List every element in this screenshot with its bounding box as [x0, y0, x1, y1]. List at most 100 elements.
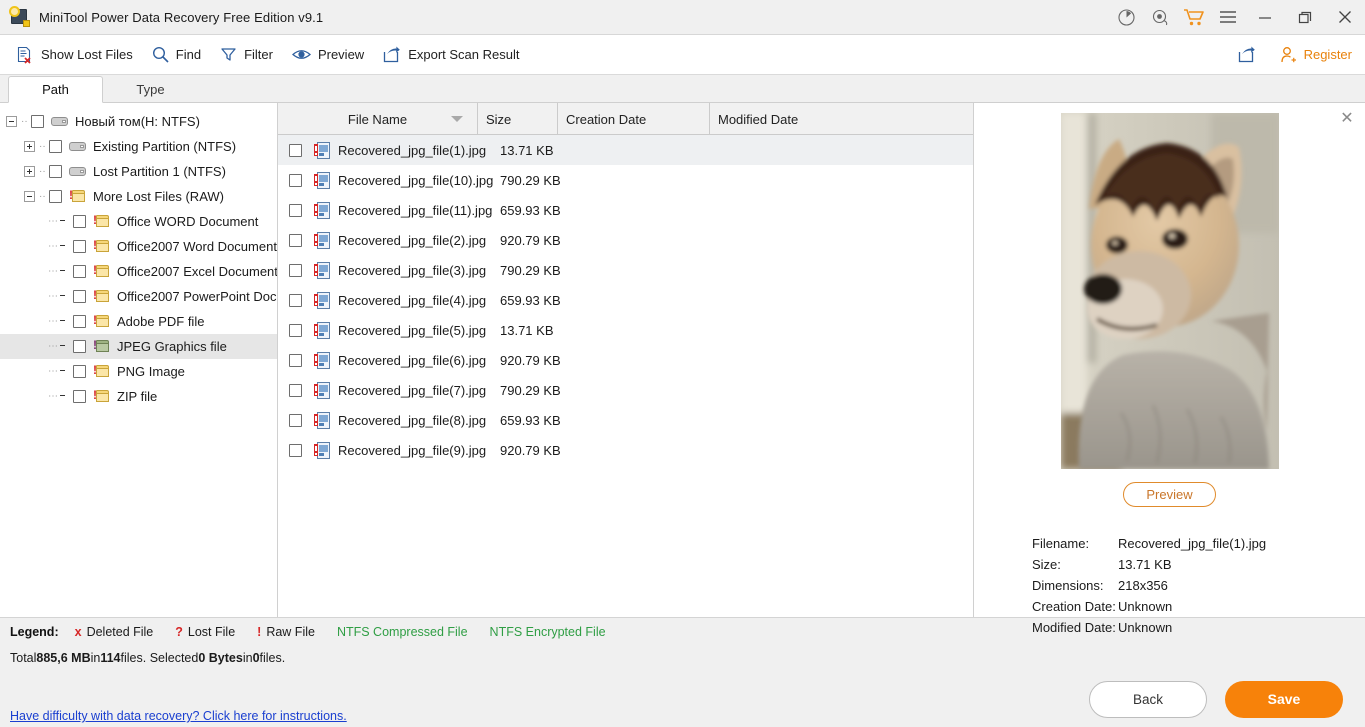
file-row-checkbox[interactable]	[289, 203, 302, 217]
file-size-cell: 659.93 KB	[500, 202, 561, 218]
tree-connector: ⋯	[48, 241, 58, 252]
export-scan-result-button[interactable]: Export Scan Result	[377, 40, 532, 70]
column-header-modified-date[interactable]: Modified Date	[710, 103, 973, 135]
tree-item-checkbox[interactable]	[73, 315, 86, 328]
file-row-checkbox[interactable]	[289, 143, 302, 157]
view-tabs: Path Type	[0, 75, 1365, 103]
tree-item[interactable]: ··! More Lost Files (RAW)	[0, 184, 277, 209]
tree-item-checkbox[interactable]	[73, 365, 86, 378]
file-row-checkbox[interactable]	[289, 323, 302, 337]
tree-item-checkbox[interactable]	[49, 190, 62, 203]
help-instructions-link[interactable]: Have difficulty with data recovery? Clic…	[10, 709, 347, 723]
shiba-inu-dog-photo	[1060, 113, 1279, 469]
main-body: ·· Новый том(H: NTFS) ·· Existing Partition…	[0, 103, 1365, 635]
legend-item-deleted-file: x Deleted File	[75, 625, 154, 639]
tree-item-label: Office WORD Document	[117, 214, 259, 229]
expand-node-icon[interactable]	[24, 166, 35, 177]
collapse-node-icon[interactable]	[6, 116, 17, 127]
jpeg-file-icon	[314, 141, 330, 159]
file-preview-pane: ✕ Preview Filename: Recovered_jpg_file(1…	[974, 103, 1365, 635]
preview-button[interactable]: Preview	[286, 40, 377, 70]
tree-item[interactable]: ·· Lost Partition 1 (NTFS)	[0, 159, 277, 184]
table-row[interactable]: Recovered_jpg_file(1).jpg 13.71 KB	[278, 135, 973, 165]
close-button[interactable]	[1325, 0, 1365, 35]
jpeg-folder-icon: !	[93, 339, 110, 354]
table-row[interactable]: Recovered_jpg_file(11).jpg 659.93 KB	[278, 195, 973, 225]
table-row[interactable]: Recovered_jpg_file(3).jpg 790.29 KB	[278, 255, 973, 285]
collapse-node-icon[interactable]	[24, 191, 35, 202]
tree-spacer	[58, 316, 69, 327]
file-row-checkbox[interactable]	[289, 383, 302, 397]
tree-connector: ··	[39, 141, 46, 152]
file-row-checkbox[interactable]	[289, 233, 302, 247]
tree-item[interactable]: ⋯! ZIP file	[0, 384, 277, 409]
share-button[interactable]	[1232, 40, 1274, 70]
tree-item-checkbox[interactable]	[73, 340, 86, 353]
legend-item-lost-file: ? Lost File	[175, 625, 235, 639]
preview-action-button[interactable]: Preview	[1123, 482, 1216, 507]
tab-path[interactable]: Path	[8, 76, 103, 103]
tree-spacer	[58, 266, 69, 277]
support-headset-icon[interactable]	[1143, 0, 1177, 35]
tree-item[interactable]: ·· Existing Partition (NTFS)	[0, 134, 277, 159]
tree-item[interactable]: ⋯! Adobe PDF file	[0, 309, 277, 334]
tree-item[interactable]: ⋯! Office2007 PowerPoint Docu...	[0, 284, 277, 309]
tree-item-checkbox[interactable]	[73, 290, 86, 303]
file-row-checkbox[interactable]	[289, 173, 302, 187]
expand-node-icon[interactable]	[24, 141, 35, 152]
show-lost-files-button[interactable]: Show Lost Files	[10, 40, 146, 70]
tree-item-checkbox[interactable]	[49, 140, 62, 153]
shopping-cart-icon[interactable]	[1177, 0, 1211, 35]
table-row[interactable]: Recovered_jpg_file(7).jpg 790.29 KB	[278, 375, 973, 405]
tree-item[interactable]: ⋯! JPEG Graphics file	[0, 334, 277, 359]
table-row[interactable]: Recovered_jpg_file(5).jpg 13.71 KB	[278, 315, 973, 345]
preview-meta-row: Dimensions: 218x356	[1032, 575, 1365, 596]
file-row-checkbox[interactable]	[289, 413, 302, 427]
legend-label: Lost File	[187, 624, 236, 639]
tree-item[interactable]: ⋯! Office2007 Excel Document	[0, 259, 277, 284]
table-row[interactable]: Recovered_jpg_file(4).jpg 659.93 KB	[278, 285, 973, 315]
back-button-label: Back	[1132, 691, 1163, 707]
main-toolbar: Show Lost Files Find Filter Preview Expo…	[0, 35, 1365, 75]
menu-hamburger-icon[interactable]	[1211, 0, 1245, 35]
table-row[interactable]: Recovered_jpg_file(8).jpg 659.93 KB	[278, 405, 973, 435]
preview-image-container	[974, 113, 1365, 469]
tree-item[interactable]: ⋯! Office2007 Word Document	[0, 234, 277, 259]
save-button[interactable]: Save	[1225, 680, 1343, 718]
minimize-button[interactable]	[1245, 0, 1285, 35]
tree-item-checkbox[interactable]	[73, 240, 86, 253]
table-row[interactable]: Recovered_jpg_file(6).jpg 920.79 KB	[278, 345, 973, 375]
filter-button[interactable]: Filter	[214, 40, 286, 70]
tree-connector: ⋯	[48, 216, 58, 227]
tab-type[interactable]: Type	[103, 75, 198, 102]
tree-item-checkbox[interactable]	[73, 390, 86, 403]
column-header-size[interactable]: Size	[478, 103, 558, 135]
file-row-checkbox[interactable]	[289, 443, 302, 457]
column-header-creation-date[interactable]: Creation Date	[558, 103, 710, 135]
table-row[interactable]: Recovered_jpg_file(2).jpg 920.79 KB	[278, 225, 973, 255]
tree-item[interactable]: ⋯! PNG Image	[0, 359, 277, 384]
table-row[interactable]: Recovered_jpg_file(10).jpg 790.29 KB	[278, 165, 973, 195]
register-button[interactable]: Register	[1274, 40, 1365, 70]
maximize-button[interactable]	[1285, 0, 1325, 35]
table-row[interactable]: Recovered_jpg_file(9).jpg 920.79 KB	[278, 435, 973, 465]
tree-item-checkbox[interactable]	[73, 265, 86, 278]
tree-item[interactable]: ⋯! Office WORD Document	[0, 209, 277, 234]
tree-item-checkbox[interactable]	[31, 115, 44, 128]
file-row-checkbox[interactable]	[289, 263, 302, 277]
close-preview-icon[interactable]: ✕	[1338, 111, 1356, 129]
tab-label: Path	[42, 82, 69, 97]
status-selected-count: 0	[252, 651, 260, 665]
find-button[interactable]: Find	[146, 40, 214, 70]
directory-tree-pane[interactable]: ·· Новый том(H: NTFS) ·· Existing Partition…	[0, 103, 278, 617]
file-row-checkbox[interactable]	[289, 353, 302, 367]
back-button[interactable]: Back	[1089, 680, 1207, 718]
tree-item[interactable]: ·· Новый том(H: NTFS)	[0, 109, 277, 134]
column-header-file-name[interactable]: File Name	[278, 103, 478, 135]
tree-item-checkbox[interactable]	[73, 215, 86, 228]
file-list-rows[interactable]: Recovered_jpg_file(1).jpg 13.71 KB Recover…	[278, 135, 973, 617]
jpeg-file-icon	[314, 411, 330, 429]
disk-scan-icon[interactable]	[1109, 0, 1143, 35]
file-row-checkbox[interactable]	[289, 293, 302, 307]
tree-item-checkbox[interactable]	[49, 165, 62, 178]
